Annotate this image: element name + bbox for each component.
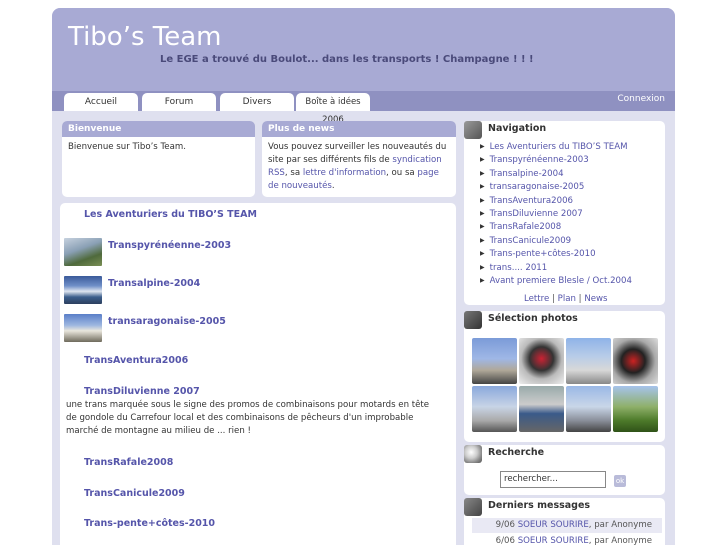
main-content-box: Les Aventuriers du TIBO’S TEAM Transpyré… <box>60 203 456 545</box>
login-link[interactable]: Connexion <box>617 94 665 104</box>
message-subject-link[interactable]: SOEUR SOURIRE <box>518 536 589 545</box>
chapter-transalpine[interactable]: Transalpine-2004 <box>108 278 200 289</box>
site-header: Tibo’s Team Le EGE a trouvé du Boulot...… <box>52 8 675 91</box>
navigation-list: Les Aventuriers du TIBO’S TEAM Transpyré… <box>480 141 632 288</box>
site-title[interactable]: Tibo’s Team <box>68 22 222 52</box>
nav-item[interactable]: Transpyrénéenne-2003 <box>480 154 632 167</box>
main-heading[interactable]: Les Aventuriers du TIBO’S TEAM <box>84 209 257 220</box>
navigation-box: Navigation Les Aventuriers du TIBO’S TEA… <box>464 121 665 305</box>
letter-link[interactable]: Lettre <box>524 294 549 304</box>
thumb-transpyreneenne[interactable] <box>64 238 102 266</box>
navigation-title: Navigation <box>488 123 547 134</box>
search-submit-button[interactable]: ok <box>614 475 626 487</box>
news-link[interactable]: News <box>584 294 607 304</box>
page-container: Tibo’s Team Le EGE a trouvé du Boulot...… <box>52 8 675 545</box>
photo-thumbnail[interactable] <box>519 386 564 432</box>
nav-item[interactable]: TransDiluvienne 2007 <box>480 208 632 221</box>
photo-thumbnail[interactable] <box>613 338 658 384</box>
welcome-title: Bienvenue <box>62 121 255 137</box>
news-box: Plus de news Vous pouvez surveiller les … <box>262 121 456 197</box>
chapter-transaragonaise[interactable]: transaragonaise-2005 <box>108 316 226 327</box>
tab-divers[interactable]: Divers <box>220 93 294 111</box>
news-title: Plus de news <box>262 121 456 137</box>
welcome-text: Bienvenue sur Tibo’s Team. <box>68 142 186 152</box>
messages-box: Derniers messages 9/06 SOEUR SOURIRE, pa… <box>464 498 665 545</box>
chapter-transpyreneenne[interactable]: Transpyrénéenne-2003 <box>108 240 231 251</box>
chapter-description: une trans marquée sous le signe des prom… <box>66 400 430 436</box>
nav-item[interactable]: TransRafale2008 <box>480 221 632 234</box>
message-author: , par Anonyme <box>588 520 652 530</box>
camera-icon <box>464 311 482 329</box>
nav-item[interactable]: Les Aventuriers du TIBO’S TEAM <box>480 141 632 154</box>
thumb-transalpine[interactable] <box>64 276 102 304</box>
nav-item[interactable]: Avant premiere Blesle / Oct.2004 <box>480 275 632 288</box>
welcome-box: Bienvenue Bienvenue sur Tibo’s Team. <box>62 121 255 197</box>
messages-title: Derniers messages <box>488 500 591 511</box>
photo-thumbnail[interactable] <box>472 386 517 432</box>
main-navbar: Accueil Forum Divers Boîte à idées 2006 … <box>52 91 675 125</box>
chapter-transrafale[interactable]: TransRafale2008 <box>84 457 173 468</box>
message-subject-link[interactable]: SOEUR SOURIRE <box>518 520 589 530</box>
message-row: 9/06 SOEUR SOURIRE, par Anonyme <box>472 518 662 533</box>
book-icon <box>464 121 482 139</box>
news-text-3: , ou sa <box>386 168 418 178</box>
nav-item[interactable]: TransAventura2006 <box>480 195 632 208</box>
photo-thumbnail[interactable] <box>613 386 658 432</box>
message-date: 6/06 <box>495 536 515 545</box>
navigation-footer: Lettre | Plan | News <box>524 294 608 304</box>
chapter-transaventura[interactable]: TransAventura2006 <box>84 355 188 366</box>
tab-boite-idees[interactable]: Boîte à idées 2006 <box>296 93 370 125</box>
magnifier-icon <box>464 445 482 463</box>
photo-thumbnail[interactable] <box>519 338 564 384</box>
nav-item[interactable]: trans.... 2011 <box>480 262 632 275</box>
tab-accueil[interactable]: Accueil <box>64 93 138 111</box>
photos-box: Sélection photos <box>464 311 665 442</box>
chapter-transdiluvienne[interactable]: TransDiluvienne 2007 <box>84 386 200 397</box>
nav-item[interactable]: TransCanicule2009 <box>480 235 632 248</box>
nav-item[interactable]: transaragonaise-2005 <box>480 181 632 194</box>
photo-thumbnail[interactable] <box>472 338 517 384</box>
nav-item[interactable]: Transalpine-2004 <box>480 168 632 181</box>
plan-link[interactable]: Plan <box>558 294 576 304</box>
search-box: Recherche rechercher... ok <box>464 445 665 495</box>
message-row: 6/06 SOEUR SOURIRE, par Anonyme <box>472 534 662 545</box>
search-input[interactable]: rechercher... <box>500 471 606 488</box>
newsletter-link[interactable]: lettre d'information <box>303 168 386 178</box>
photo-thumbnail[interactable] <box>566 338 611 384</box>
news-text-4: . <box>331 181 335 191</box>
site-slogan: Le EGE a trouvé du Boulot... dans les tr… <box>160 54 534 65</box>
news-text-2: , sa <box>284 168 303 178</box>
photo-thumbnail[interactable] <box>566 386 611 432</box>
message-author: , par Anonyme <box>588 536 652 545</box>
tab-forum[interactable]: Forum <box>142 93 216 111</box>
people-icon <box>464 498 482 516</box>
news-text: Vous pouvez surveiller les nouveautés du… <box>262 137 456 197</box>
thumb-transaragonaise[interactable] <box>64 314 102 342</box>
nav-item[interactable]: Trans-pente+côtes-2010 <box>480 248 632 261</box>
search-title: Recherche <box>488 447 545 458</box>
photos-title: Sélection photos <box>488 313 578 324</box>
chapter-transcanicule[interactable]: TransCanicule2009 <box>84 488 185 499</box>
message-date: 9/06 <box>495 520 515 530</box>
chapter-trans-pente-cotes[interactable]: Trans-pente+côtes-2010 <box>84 518 215 529</box>
